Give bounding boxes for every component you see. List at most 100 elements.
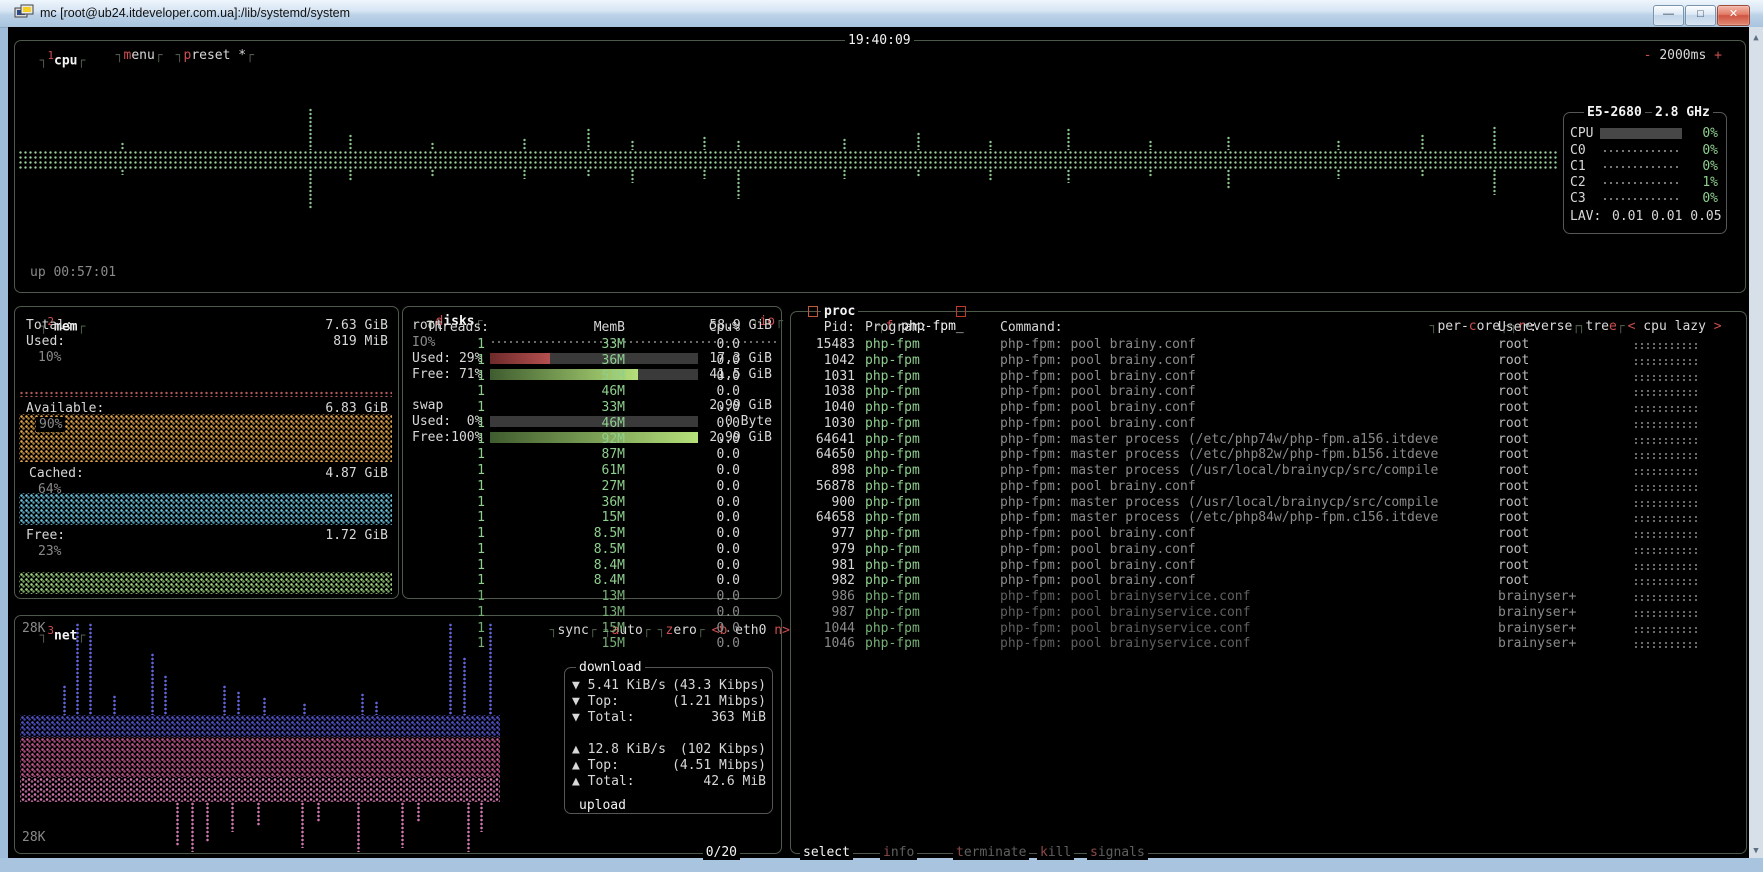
- net-upload-spike: [300, 802, 305, 848]
- cell-cpu: 0.0: [717, 337, 740, 352]
- net-download-spike: [236, 691, 241, 715]
- cell-cpu: 0.0: [717, 621, 740, 636]
- cell-mem: 46M: [602, 384, 625, 399]
- minimize-button[interactable]: —: [1653, 5, 1684, 26]
- cell-cpu-graph: [1633, 438, 1701, 445]
- cell-command: php-fpm: pool brainy.conf: [1000, 526, 1196, 541]
- cell-program: php-fpm: [865, 589, 920, 604]
- loadavg-values: 0.01 0.01 0.05: [1612, 209, 1722, 224]
- mem-free-label: Free:: [26, 528, 65, 543]
- cpu-spike-up: [120, 142, 125, 150]
- cell-user: brainyser+: [1498, 621, 1576, 636]
- maximize-button[interactable]: □: [1685, 5, 1716, 26]
- core-label: C1: [1570, 159, 1586, 174]
- menu-button[interactable]: ┐menu┌: [100, 33, 163, 63]
- cell-user: brainyser+: [1498, 636, 1576, 651]
- cell-mem: 92M: [602, 432, 625, 447]
- cell-cpu-graph: [1633, 469, 1701, 476]
- cell-cpu-graph: [1633, 390, 1701, 397]
- interval-plus[interactable]: +: [1714, 48, 1722, 63]
- footer-select-button[interactable]: select: [800, 845, 853, 860]
- close-button[interactable]: ✕: [1717, 5, 1750, 26]
- cell-command: php-fpm: master process (/etc/php74w/php…: [1000, 432, 1438, 447]
- cpu-box-title[interactable]: ┐1cpu┌: [24, 33, 85, 68]
- cell-cpu-graph: [1633, 406, 1701, 413]
- search-clear-icon[interactable]: [956, 306, 966, 317]
- col-header-program[interactable]: Program:: [865, 320, 928, 335]
- cell-pid: 64641: [816, 432, 855, 447]
- cell-cpu: 0.0: [717, 353, 740, 368]
- cell-pid: 64658: [816, 510, 855, 525]
- col-header-cpu[interactable]: Cpu%: [709, 320, 740, 335]
- cell-program: php-fpm: [865, 447, 920, 462]
- cpu-spike-down: [1336, 169, 1341, 179]
- cell-pid: 64650: [816, 447, 855, 462]
- net-upload-spike: [316, 802, 321, 822]
- cell-cpu-graph: [1633, 579, 1701, 586]
- cpu-spike-down: [308, 169, 313, 209]
- cell-mem: 13M: [602, 589, 625, 604]
- cell-cpu: 0.0: [717, 369, 740, 384]
- scroll-up-icon[interactable]: ▲: [1751, 31, 1761, 46]
- cpu-spike-up: [842, 138, 847, 150]
- cell-cpu: 0.0: [717, 636, 740, 651]
- col-header-threads[interactable]: Threads:: [426, 320, 489, 335]
- interval-minus[interactable]: -: [1644, 48, 1652, 63]
- cell-threads: 1: [477, 621, 485, 636]
- sort-selector[interactable]: < cpu lazy >: [1612, 304, 1722, 334]
- upload-total-value: 42.6 MiB: [703, 774, 766, 789]
- cell-pid: 979: [832, 542, 855, 557]
- col-header-user[interactable]: User:: [1498, 320, 1537, 335]
- cell-cpu-graph: [1633, 485, 1701, 492]
- cell-threads: 1: [477, 384, 485, 399]
- net-scale-bottom: 28K: [22, 830, 45, 845]
- col-header-pid[interactable]: Pid:: [824, 320, 855, 335]
- cell-cpu-graph: [1633, 642, 1701, 649]
- core-pct: 0%: [1702, 126, 1718, 141]
- download-total-value: 363 MiB: [711, 710, 766, 725]
- uptime-label: up 00:57:01: [30, 265, 116, 280]
- disk-swap-free-label: Free:100%: [412, 430, 482, 445]
- window-titlebar[interactable]: mc [root@ub24.itdeveloper.com.ua]:/lib/s…: [0, 0, 1763, 28]
- cell-pid: 1031: [824, 369, 855, 384]
- footer-kill-button[interactable]: kill: [1037, 845, 1074, 860]
- cpu-spike-down: [988, 169, 993, 181]
- cell-user: root: [1498, 447, 1529, 462]
- col-header-command[interactable]: Command:: [1000, 320, 1063, 335]
- cpu-spike-down: [630, 169, 635, 183]
- net-scale-top: 28K: [22, 621, 45, 636]
- disk-root-used-bar: [490, 353, 698, 364]
- upload-total-label: ▲ Total:: [572, 774, 635, 789]
- cell-mem: 36M: [602, 353, 625, 368]
- net-download-spike: [150, 653, 155, 715]
- cpu-spike-down: [120, 169, 125, 175]
- scrollbar[interactable]: [1749, 27, 1763, 858]
- cell-user: root: [1498, 526, 1529, 541]
- footer-signals-button[interactable]: signals: [1087, 845, 1148, 860]
- upload-top-label: ▲ Top:: [572, 758, 619, 773]
- footer-info-button[interactable]: info: [880, 845, 917, 860]
- cell-program: php-fpm: [865, 384, 920, 399]
- cell-threads: 1: [477, 337, 485, 352]
- scroll-down-icon[interactable]: ▼: [1751, 844, 1761, 859]
- cell-user: root: [1498, 573, 1529, 588]
- cell-command: php-fpm: master process (/etc/php84w/php…: [1000, 510, 1438, 525]
- preset-button[interactable]: ┐preset *┌: [160, 33, 254, 63]
- upload-speed-bits: (102 Kibps): [680, 742, 766, 757]
- upload-top-value: (4.51 Mibps): [672, 758, 766, 773]
- footer-terminate-button[interactable]: terminate: [953, 845, 1029, 860]
- window-border: [0, 858, 1763, 872]
- net-upload-spike: [479, 802, 484, 832]
- cell-mem: 8.5M: [594, 542, 625, 557]
- proc-detail-toggle-icon[interactable]: [808, 306, 818, 317]
- col-header-mem[interactable]: MemB: [594, 320, 625, 335]
- cell-cpu: 0.0: [717, 558, 740, 573]
- cpu-spike-down: [586, 169, 591, 177]
- core-pct: 0%: [1702, 143, 1718, 158]
- net-download-spike: [88, 623, 93, 715]
- net-interface-switch[interactable]: <b eth0 n>: [696, 608, 790, 638]
- interval-control[interactable]: - 2000ms +: [1628, 33, 1722, 63]
- sort-next-icon[interactable]: >: [1714, 319, 1722, 334]
- cell-pid: 1042: [824, 353, 855, 368]
- net-upload-spike: [416, 802, 421, 822]
